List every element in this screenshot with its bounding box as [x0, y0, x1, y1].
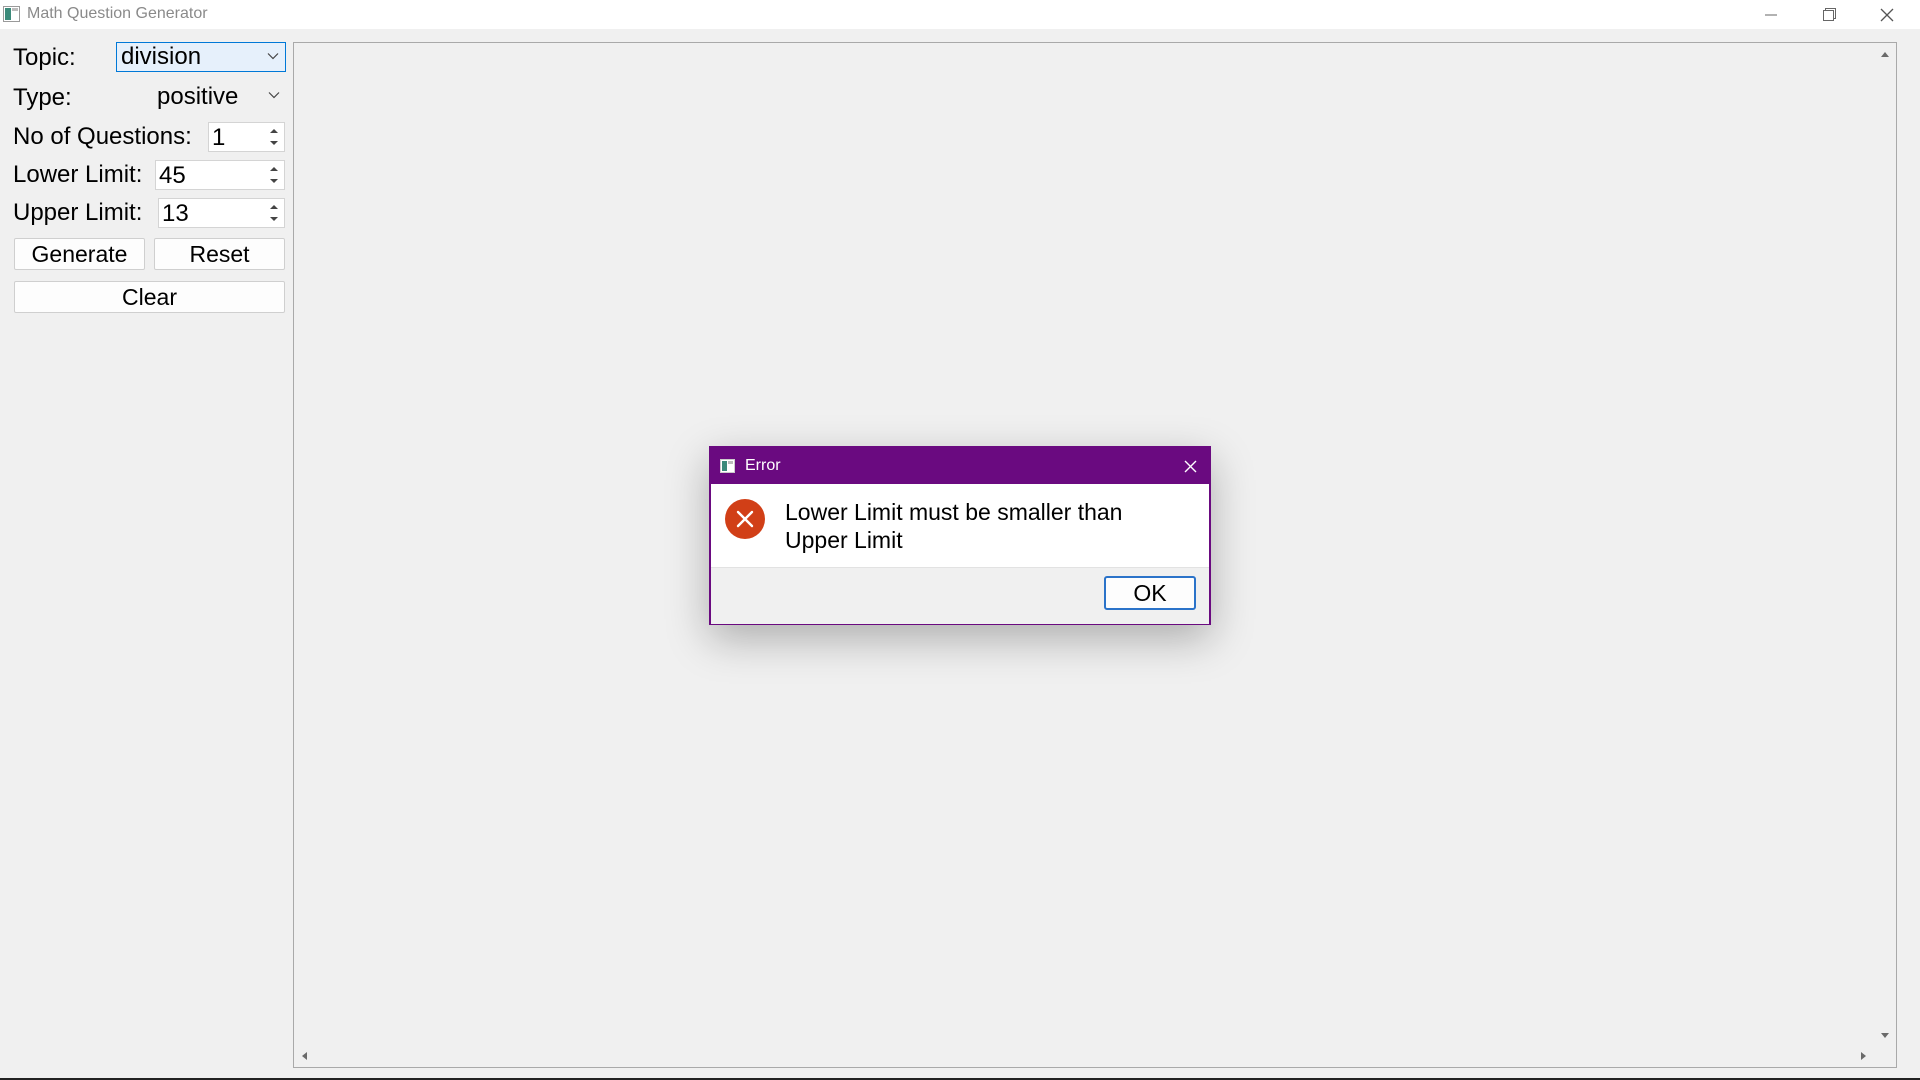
type-value: positive	[157, 83, 239, 110]
lower-limit-label: Lower Limit:	[13, 161, 143, 188]
close-window-button[interactable]	[1858, 0, 1916, 29]
minimize-icon	[1765, 14, 1777, 15]
upper-limit-value: 13	[162, 200, 189, 227]
title-bar: Math Question Generator	[0, 0, 1920, 29]
error-dialog: Error Lower Limit must be smaller than U…	[709, 446, 1211, 625]
upper-limit-spinbox[interactable]: 13	[158, 198, 285, 228]
lower-limit-value: 45	[159, 162, 186, 189]
close-icon	[1880, 8, 1894, 21]
spin-arrows-icon[interactable]	[264, 161, 284, 189]
num-questions-value: 1	[212, 124, 226, 151]
spin-arrows-icon[interactable]	[264, 123, 284, 151]
upper-limit-label: Upper Limit:	[13, 199, 143, 226]
error-message: Lower Limit must be smaller than Upper L…	[785, 499, 1123, 553]
restore-button[interactable]	[1800, 0, 1858, 29]
chevron-down-icon	[267, 53, 279, 60]
num-questions-spinbox[interactable]: 1	[208, 122, 285, 152]
num-questions-label: No of Questions:	[13, 123, 192, 150]
vertical-scrollbar[interactable]	[1874, 43, 1896, 1043]
window-title: Math Question Generator	[27, 5, 208, 22]
topic-label: Topic:	[13, 44, 76, 71]
dialog-title-bar: Error	[711, 448, 1209, 484]
topic-value: division	[121, 43, 202, 70]
chevron-down-icon	[268, 92, 280, 99]
horizontal-scrollbar[interactable]	[294, 1045, 1874, 1067]
dialog-title: Error	[745, 457, 781, 474]
reset-button[interactable]: Reset	[154, 238, 285, 270]
minimize-button[interactable]	[1742, 0, 1800, 29]
error-icon	[725, 499, 765, 539]
lower-limit-spinbox[interactable]: 45	[155, 160, 285, 190]
type-select[interactable]: positive	[153, 82, 286, 112]
clear-button[interactable]: Clear	[14, 281, 285, 313]
generate-button[interactable]: Generate	[14, 238, 145, 270]
app-window-icon	[720, 459, 735, 473]
restore-icon	[1822, 8, 1836, 21]
type-label: Type:	[13, 84, 72, 111]
dialog-close-button[interactable]	[1177, 453, 1203, 479]
close-icon	[1184, 460, 1196, 472]
topic-select[interactable]: division	[116, 42, 286, 72]
spin-arrows-icon[interactable]	[264, 199, 284, 227]
ok-button[interactable]: OK	[1104, 576, 1196, 610]
app-window-icon	[3, 6, 20, 22]
